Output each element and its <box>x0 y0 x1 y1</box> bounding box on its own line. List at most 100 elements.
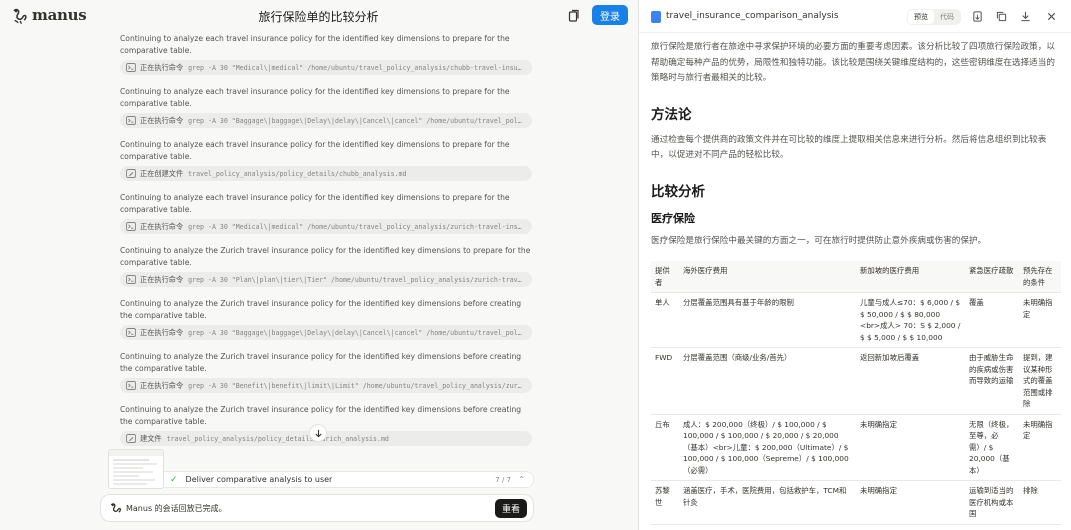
tool-call-chip[interactable]: 正在执行命令 grep -A 30 "Benefit\|benefit\|limi… <box>120 378 532 393</box>
table-cell: 排除 <box>1019 480 1061 525</box>
panel-header: travel_insurance_comparison_analysis 预览 … <box>639 0 1071 33</box>
manus-avatar-icon <box>110 502 122 512</box>
chevron-up-icon[interactable]: ⌃ <box>518 475 525 484</box>
close-icon[interactable] <box>1046 11 1057 22</box>
tool-argument: travel_policy_analysis/policy_details/ch… <box>188 169 407 178</box>
copy-icon[interactable] <box>996 11 1007 22</box>
task-label: Deliver comparative analysis to user <box>185 475 333 484</box>
tool-argument: grep -A 30 "Medical\|medical" /home/ubun… <box>188 222 524 231</box>
table-cell: 分层覆盖范围具有基于年龄的限制 <box>679 292 856 348</box>
table-cell: 返回新加坡后覆盖 <box>856 347 965 415</box>
table-cell: 未明确指定 <box>856 414 965 481</box>
feed-message: Continuing to analyze each travel insura… <box>120 140 510 161</box>
table-header-cell: 预先存在的条件 <box>1019 261 1061 293</box>
methodology-paragraph: 通过检查每个提供商的政策文件并在可比较的维度上提取相关信息来进行分析。然后将信息… <box>651 134 1047 161</box>
tool-argument: grep -A 30 "Medical\|medical" /home/ubun… <box>188 63 524 72</box>
tool-action: 正在执行命令 <box>140 221 184 231</box>
table-cell: FWD <box>651 347 679 415</box>
table-cell: 儿童与成人≤70：$ 6,000 / $ $ 50,000 / $ $ 80,0… <box>856 292 965 348</box>
comparison-table: 提供者 海外医疗费用 新加坡的医疗费用 紧急医疗疏散 预先存在的条件 单人 分层覆盖范围具… <box>651 261 1061 525</box>
heading-medical-coverage: 医疗保险 <box>651 211 695 225</box>
login-button[interactable]: 登录 <box>592 5 628 25</box>
check-icon: ✓ <box>170 474 178 485</box>
replay-status-text: Manus 的会话回放已完成。 <box>126 503 227 513</box>
tool-call-chip[interactable]: 正在执行命令 grep -A 30 "Plan\|plan\|tier\|Tier… <box>120 272 532 287</box>
top-bar: manus 旅行保险单的比较分析 登录 <box>0 0 637 32</box>
document-panel: travel_insurance_comparison_analysis 预览 … <box>638 0 1071 530</box>
feed-message: Continuing to analyze the Zurich travel … <box>120 405 522 426</box>
thumbnail-lines-icon <box>109 450 163 485</box>
table-cell: 苏黎世 <box>651 480 679 525</box>
replay-button[interactable]: 重看 <box>495 499 527 518</box>
task-count: 7 / 7 <box>495 475 511 484</box>
table-cell: 成人：$ 200,000（终极）/ $ 100,000 / $ 100,000 … <box>679 414 856 481</box>
file-icon <box>651 11 661 23</box>
medical-paragraph: 医疗保险是旅行保险中最关键的方面之一，可在旅行时提供防止意外疾病或伤害的保护。 <box>651 235 987 246</box>
terminal-icon <box>126 328 136 337</box>
edit-file-icon <box>126 169 136 178</box>
table-header-cell: 紧急医疗疏散 <box>965 261 1019 293</box>
table-body: 单人 分层覆盖范围具有基于年龄的限制 儿童与成人≤70：$ 6,000 / $ $ … <box>651 292 1061 525</box>
computer-preview-thumbnail[interactable] <box>108 449 164 489</box>
activity-feed: Continuing to analyze each travel insura… <box>120 33 532 457</box>
feed-message: Continuing to analyze the Zurich travel … <box>120 299 522 320</box>
feed-message: Continuing to analyze the Zurich travel … <box>120 352 522 373</box>
terminal-icon <box>126 275 136 284</box>
heading-methodology: 方法论 <box>651 106 692 123</box>
table-header-cell: 新加坡的医疗费用 <box>856 261 965 293</box>
tool-argument: travel_policy_analysis/policy_details/zu… <box>166 434 389 443</box>
file-name: travel_insurance_comparison_analysis <box>666 11 839 21</box>
heading-comparative-analysis: 比较分析 <box>651 183 705 200</box>
tab-preview[interactable]: 预览 <box>908 10 934 24</box>
tool-call-chip[interactable]: 正在执行命令 grep -A 30 "Baggage\|baggage\|Dela… <box>120 113 532 128</box>
manus-logo-icon <box>13 8 27 24</box>
table-cell: 提到，建议某种形式的覆盖范围或排除 <box>1019 347 1061 415</box>
intro-paragraph: 旅行保险是旅行者在旅途中寻求保护环境的必要方面的重要考虑因素。该分析比较了四项旅… <box>651 42 1055 83</box>
file-download-icon[interactable] <box>972 11 983 22</box>
table-cell: 运输到适当的医疗机构或本国 <box>965 480 1019 525</box>
logo[interactable]: manus <box>11 6 87 24</box>
page-title-wrap: 旅行保险单的比较分析 <box>0 8 637 25</box>
tool-action: 正在执行命令 <box>140 380 184 390</box>
table-cell: 无限（终极，至尊，必需）/ $ 20,000（基本） <box>965 414 1019 481</box>
table-cell: 由于威胁生命的疾病或伤害而导致的运输 <box>965 347 1019 415</box>
tool-action: 正在执行命令 <box>140 62 184 72</box>
share-icon[interactable] <box>567 9 581 23</box>
table-cell: 覆盖 <box>965 292 1019 348</box>
tool-call-chip[interactable]: 正在执行命令 grep -A 30 "Medical\|medical" /hom… <box>120 219 532 234</box>
arrow-down-icon <box>314 429 322 437</box>
tool-action: 建文件 <box>140 433 162 443</box>
edit-file-icon <box>126 434 136 443</box>
table-cell: 未明确指定 <box>1019 414 1061 481</box>
tool-argument: grep -A 30 "Plan\|plan\|tier\|Tier" /hom… <box>188 275 524 284</box>
feed-message: Continuing to analyze each travel insura… <box>120 193 510 214</box>
terminal-icon <box>126 381 136 390</box>
logo-text: manus <box>32 6 87 24</box>
table-cell: 未明确指定 <box>1019 292 1061 348</box>
tool-call-chip[interactable]: 正在执行命令 grep -A 30 "Medical\|medical" /hom… <box>120 60 532 75</box>
chat-pane: manus 旅行保险单的比较分析 登录 Continuing to analyz… <box>0 0 637 530</box>
table-row: FWD 分层覆盖范围（商级/业务/首先） 返回新加坡后覆盖 由于威胁生命的疾病或伤害而… <box>651 347 1061 415</box>
table-cell: 分层覆盖范围（商级/业务/首先） <box>679 347 856 415</box>
replay-status-bar: Manus 的会话回放已完成。 重看 <box>100 494 534 522</box>
tool-call-chip[interactable]: 正在创建文件 travel_policy_analysis/policy_deta… <box>120 166 532 181</box>
feed-message: Continuing to analyze each travel insura… <box>120 34 510 55</box>
tool-action: 正在创建文件 <box>140 168 184 178</box>
table-row: 苏黎世 涵盖医疗，手术，医院费用，包括救护车，TCM和针灸 未明确指定 运输到适当的医… <box>651 480 1061 525</box>
terminal-icon <box>126 222 136 231</box>
document-body: 旅行保险是旅行者在旅途中寻求保护环境的必要方面的重要考虑因素。该分析比较了四项旅… <box>651 40 1061 525</box>
terminal-icon <box>126 116 136 125</box>
download-icon[interactable] <box>1020 11 1031 22</box>
table-header-cell: 海外医疗费用 <box>679 261 856 293</box>
tool-call-chip[interactable]: 正在执行命令 grep -A 30 "Baggage\|baggage\|Dela… <box>120 325 532 340</box>
tab-code[interactable]: 代码 <box>934 10 960 24</box>
tool-action: 正在执行命令 <box>140 274 184 284</box>
tool-argument: grep -A 30 "Baggage\|baggage\|Delay\|del… <box>188 116 524 125</box>
task-progress-bar[interactable]: ✓ Deliver comparative analysis to user 7… <box>164 471 534 488</box>
table-row: 丘布 成人：$ 200,000（终极）/ $ 100,000 / $ 100,00… <box>651 414 1061 481</box>
table-cell: 单人 <box>651 292 679 348</box>
table-cell: 未明确指定 <box>856 480 965 525</box>
terminal-icon <box>126 63 136 72</box>
scroll-down-button[interactable] <box>309 424 327 442</box>
feed-message: Continuing to analyze the Zurich travel … <box>120 246 531 267</box>
